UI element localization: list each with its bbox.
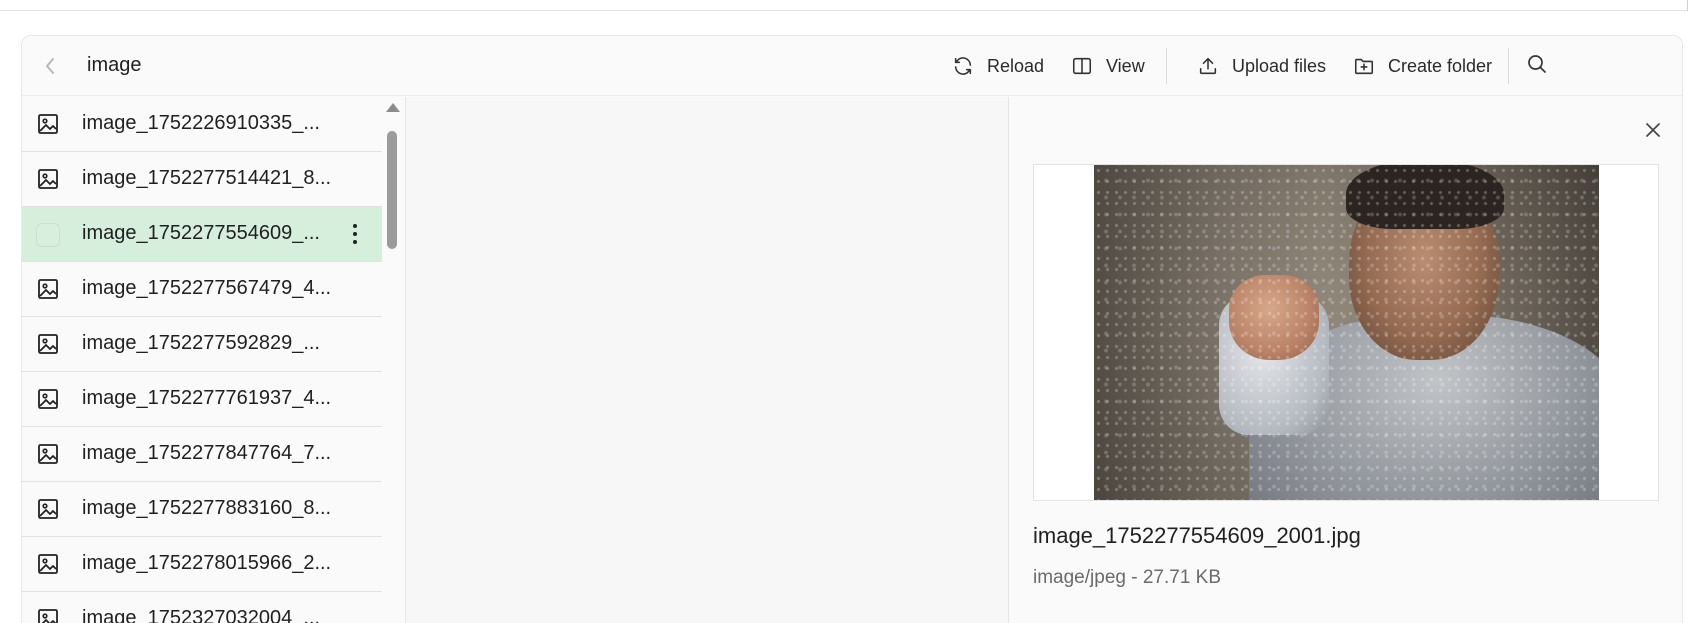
preview-image-frame	[1033, 164, 1659, 501]
back-button[interactable]	[40, 56, 60, 76]
row-checkbox[interactable]	[36, 223, 60, 247]
file-row[interactable]: image_1752277514421_8...	[22, 152, 382, 207]
file-browser: image Reload View Upload files Create fo…	[21, 35, 1683, 623]
file-row[interactable]: image_1752277883160_8...	[22, 482, 382, 537]
scroll-up-arrow-icon[interactable]	[386, 103, 400, 112]
image-file-icon	[38, 554, 58, 574]
file-row[interactable]: image_1752277761937_4...	[22, 372, 382, 427]
image-file-icon	[38, 444, 58, 464]
image-file-icon	[38, 499, 58, 519]
file-row-selected[interactable]: image_1752277554609_...	[22, 207, 382, 262]
create-folder-button[interactable]: Create folder	[1353, 50, 1492, 82]
preview-panel: image_1752277554609_2001.jpg image/jpeg …	[1009, 97, 1682, 623]
image-file-icon	[38, 114, 58, 134]
folder-plus-icon	[1354, 58, 1374, 75]
file-name: image_1752327032004_...	[82, 607, 320, 623]
toolbar-separator	[1508, 48, 1509, 84]
file-row[interactable]: image_1752226910335_...	[22, 97, 382, 152]
close-preview-button[interactable]	[1642, 119, 1664, 141]
top-divider	[0, 0, 1688, 11]
list-scrollbar[interactable]	[383, 97, 400, 623]
file-list: image_1752226910335_... image_1752277514…	[22, 97, 382, 623]
file-row[interactable]: image_1752278015966_2...	[22, 537, 382, 592]
breadcrumb: image	[87, 54, 142, 76]
toolbar: image Reload View Upload files Create fo…	[22, 36, 1682, 96]
reload-icon	[954, 57, 972, 75]
file-row[interactable]: image_1752277592829_...	[22, 317, 382, 372]
file-name: image_1752277883160_8...	[82, 497, 332, 519]
create-folder-label: Create folder	[1388, 55, 1493, 76]
preview-filename: image_1752277554609_2001.jpg	[1033, 523, 1361, 548]
image-file-icon	[38, 279, 58, 299]
file-name: image_1752277847764_7...	[82, 442, 332, 464]
chevron-left-icon	[46, 58, 54, 74]
file-name: image_1752277554609_...	[82, 222, 320, 244]
file-name: image_1752277592829_...	[82, 332, 320, 354]
more-vertical-icon[interactable]	[352, 222, 358, 246]
reload-label: Reload	[987, 55, 1045, 76]
image-file-icon	[38, 334, 58, 354]
preview-image	[1094, 165, 1599, 500]
upload-icon	[1199, 57, 1217, 75]
view-button[interactable]: View	[1071, 50, 1145, 82]
toolbar-separator	[1166, 48, 1167, 84]
image-file-icon	[38, 389, 58, 409]
file-name: image_1752277761937_4...	[82, 387, 332, 409]
file-row[interactable]: image_1752277567479_4...	[22, 262, 382, 317]
search-button[interactable]	[1525, 52, 1551, 78]
middle-pane	[406, 97, 1008, 623]
preview-file-meta: image/jpeg - 27.71 KB	[1033, 567, 1222, 588]
scrollbar-thumb[interactable]	[387, 131, 397, 249]
upload-files-label: Upload files	[1232, 55, 1327, 76]
search-icon	[1528, 55, 1546, 73]
close-icon	[1646, 123, 1660, 137]
image-file-icon	[38, 609, 58, 623]
reload-button[interactable]: Reload	[952, 50, 1044, 82]
file-row[interactable]: image_1752327032004_...	[22, 592, 382, 623]
file-row[interactable]: image_1752277847764_7...	[22, 427, 382, 482]
file-name: image_1752277514421_8...	[82, 167, 332, 189]
columns-icon	[1072, 57, 1092, 75]
file-name: image_1752277567479_4...	[82, 277, 332, 299]
upload-files-button[interactable]: Upload files	[1197, 50, 1326, 82]
file-name: image_1752278015966_2...	[82, 552, 332, 574]
file-name: image_1752226910335_...	[82, 112, 320, 134]
view-label: View	[1106, 55, 1145, 76]
image-file-icon	[38, 169, 58, 189]
